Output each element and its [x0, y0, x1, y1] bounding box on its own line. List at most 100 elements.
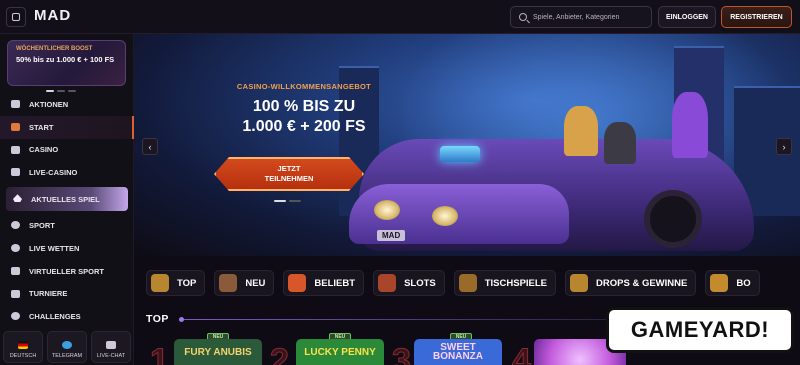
app-root: MAD Spiele, Anbieter, Kategorien EINLOGG…: [0, 0, 800, 365]
tab-bonus[interactable]: BO: [705, 270, 760, 296]
new-icon: [219, 274, 238, 292]
search-input[interactable]: Spiele, Anbieter, Kategorien: [510, 6, 652, 28]
section-divider: [179, 317, 619, 322]
join-now-button[interactable]: JETZT TEILNEHMEN: [214, 157, 364, 191]
telegram-label: TELEGRAM: [51, 353, 83, 359]
tab-label: SLOTS: [404, 277, 436, 289]
tab-label: DROPS & GEWINNE: [596, 277, 688, 289]
hero-carousel-dots[interactable]: [274, 200, 301, 202]
german-flag-icon: [18, 341, 28, 349]
gift-box-icon: [710, 274, 729, 292]
sidebar-item-label: VIRTUELLER SPORT: [29, 266, 105, 276]
tab-label: BELIEBT: [314, 277, 356, 289]
cta-label: JETZT TEILNEHMEN: [265, 164, 314, 184]
tab-drops-gewinne[interactable]: DROPS & GEWINNE: [565, 270, 697, 296]
sidebar-item-aktionen[interactable]: AKTIONEN: [0, 93, 134, 116]
search-icon: [519, 13, 527, 21]
tab-label: NEU: [245, 277, 266, 289]
passenger-figure: [672, 92, 708, 158]
tab-label: BO: [736, 277, 751, 289]
hero-prev-button[interactable]: ‹: [142, 138, 158, 155]
watermark-badge: GAMEYARD!: [606, 307, 794, 353]
flame-icon: [13, 194, 22, 203]
register-button[interactable]: REGISTRIEREN: [721, 6, 792, 28]
treasure-icon: [570, 274, 589, 292]
watermark-text: GAMEYARD!: [630, 317, 770, 342]
sidebar-item-label: TURNIERE: [29, 289, 68, 299]
hero-next-button[interactable]: ›: [776, 138, 792, 155]
tab-top[interactable]: TOP: [146, 270, 206, 296]
sidebar-nav: AKTIONEN START CASINO LIVE-CASINO AKTUEL…: [0, 93, 134, 328]
category-tabs: TOP NEU BELIEBT SLOTS TISCHSPIELE DROPS …: [146, 270, 800, 296]
sidebar-item-start[interactable]: START: [0, 115, 134, 139]
police-siren: [440, 146, 480, 162]
promo-tag: WÖCHENTLICHER BOOST: [16, 46, 93, 52]
tab-label: TISCHSPIELE: [484, 277, 548, 289]
game-tile-lucky-penny[interactable]: LUCKY PENNY: [296, 339, 384, 365]
login-button[interactable]: EINLOGGEN: [658, 6, 716, 28]
top-header: MAD Spiele, Anbieter, Kategorien EINLOGG…: [0, 0, 800, 34]
rank-number: 1: [150, 342, 170, 365]
sidebar-item-label: SPORT: [29, 221, 55, 231]
live-casino-icon: [11, 168, 20, 177]
offer-headline-line1: 100 % BIS ZU: [252, 98, 356, 115]
sidebar-item-live-wetten[interactable]: LIVE WETTEN: [0, 237, 134, 260]
crown-icon: [151, 274, 169, 292]
sidebar-toggle-button[interactable]: [6, 7, 26, 27]
headlight: [432, 206, 458, 226]
sidebar-item-label: START: [29, 122, 54, 132]
tab-slots[interactable]: SLOTS: [373, 270, 445, 296]
carousel-dot[interactable]: [46, 90, 54, 92]
sidebar-item-casino[interactable]: CASINO: [0, 139, 134, 162]
telegram-button[interactable]: TELEGRAM: [47, 331, 87, 363]
sidebar-item-label: LIVE-CASINO: [29, 168, 78, 178]
gamepad-icon: [11, 266, 20, 275]
hero-banner[interactable]: MAD CASINO-WILLKOMMENSANGEBOT 100 % BIS …: [134, 34, 800, 256]
cta-line2: TEILNEHMEN: [264, 174, 314, 183]
carousel-dot[interactable]: [57, 90, 65, 92]
sidebar-item-label: AKTIONEN: [29, 99, 69, 109]
carousel-dot[interactable]: [289, 200, 301, 202]
sidebar-item-label: CHALLENGES: [29, 312, 81, 322]
live-chat-button[interactable]: LIVE-CHAT: [91, 331, 131, 363]
sidebar-item-turniere[interactable]: TURNIERE: [0, 283, 134, 306]
home-icon: [11, 122, 20, 131]
language-label: DEUTSCH: [9, 353, 37, 359]
tab-label: TOP: [177, 277, 197, 289]
tab-beliebt[interactable]: BELIEBT: [283, 270, 365, 296]
promo-text: 50% bis zu 1.000 € + 100 FS: [16, 55, 115, 64]
sidebar-toggle-icon: [12, 13, 20, 21]
language-button[interactable]: DEUTSCH: [3, 331, 43, 363]
sidebar-item-sport[interactable]: SPORT: [0, 214, 134, 237]
tab-neu[interactable]: NEU: [214, 270, 275, 296]
brand-logo[interactable]: MAD: [34, 7, 71, 24]
rank-number: 4: [512, 342, 532, 365]
offer-headline-line2: 1.000 € + 200 FS: [242, 118, 366, 135]
sidebar-item-current-game[interactable]: AKTUELLES SPIEL: [6, 187, 128, 212]
game-tile-fury-anubis[interactable]: FURY ANUBIS: [174, 339, 262, 365]
promo-carousel-dots[interactable]: [46, 90, 76, 92]
sidebar-item-live-casino[interactable]: LIVE-CASINO: [0, 161, 134, 184]
cta-line1: JETZT: [277, 164, 301, 173]
dice-icon: [458, 274, 477, 292]
sidebar-item-challenges[interactable]: CHALLENGES: [0, 305, 134, 328]
offer-tag: CASINO-WILLKOMMENSANGEBOT: [236, 82, 372, 91]
headlight: [374, 200, 400, 220]
sidebar-bottom-bar: DEUTSCH TELEGRAM LIVE-CHAT: [3, 331, 131, 365]
trophy-icon: [11, 289, 20, 298]
sidebar-item-label: CASINO: [29, 145, 59, 155]
sidebar-item-virtual-sport[interactable]: VIRTUELLER SPORT: [0, 260, 134, 283]
live-chat-label: LIVE-CHAT: [96, 353, 126, 359]
rank-number: 3: [392, 342, 412, 365]
tab-tischspiele[interactable]: TISCHSPIELE: [453, 270, 557, 296]
carousel-dot[interactable]: [68, 90, 76, 92]
game-tile-sweet-bonanza[interactable]: SWEET BONANZA: [414, 339, 502, 365]
offer-headline: 100 % BIS ZU 1.000 € + 200 FS: [174, 97, 434, 137]
rank-number: 2: [270, 342, 290, 365]
live-icon: [11, 243, 20, 252]
car-wheel: [644, 190, 702, 248]
weekly-boost-promo[interactable]: WÖCHENTLICHER BOOST 50% bis zu 1.000 € +…: [7, 40, 126, 86]
carousel-dot[interactable]: [274, 200, 286, 202]
gift-icon: [11, 100, 20, 108]
chat-icon: [106, 341, 116, 349]
